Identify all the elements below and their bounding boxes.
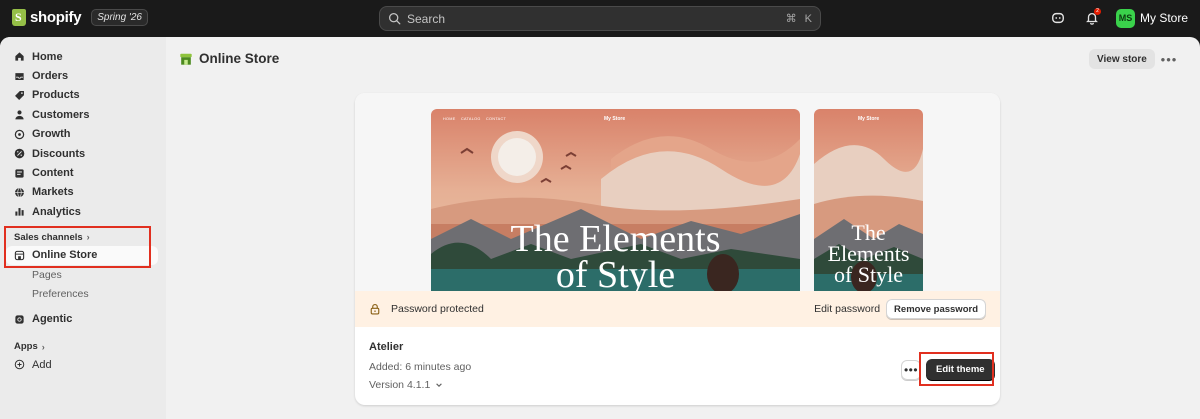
highlight-online-store bbox=[4, 226, 151, 268]
hero-line-2: of Style bbox=[555, 254, 676, 291]
app-frame: Home Orders Products Customers Growth Di… bbox=[0, 37, 1200, 419]
theme-name: Atelier bbox=[369, 341, 404, 353]
password-status: Password protected bbox=[391, 303, 484, 315]
search-input[interactable]: Search ⌘ K bbox=[379, 6, 821, 31]
avatar: MS bbox=[1115, 8, 1135, 28]
edition-badge: Spring '26 bbox=[91, 9, 148, 26]
bar-chart-icon bbox=[15, 208, 24, 216]
sidebar-item-label: Home bbox=[32, 50, 63, 63]
sidebar-item-label: Analytics bbox=[32, 205, 81, 218]
agentic-icon bbox=[15, 315, 24, 324]
main-content: Online Store View store ••• HOME CATALOG… bbox=[166, 37, 1200, 419]
notification-badge: 2 bbox=[1093, 8, 1101, 15]
inbox-icon bbox=[15, 72, 24, 80]
shopify-bag-icon bbox=[12, 9, 26, 26]
remove-password-button[interactable]: Remove password bbox=[886, 299, 986, 319]
chevron-down-icon bbox=[436, 383, 443, 387]
sidebar-item-discounts[interactable]: Discounts bbox=[0, 144, 166, 163]
current-theme-card: HOME CATALOG CONTACT My Store The Elemen… bbox=[355, 93, 1000, 405]
sidebar-item-label: Orders bbox=[32, 70, 69, 83]
sidebar-item-customers[interactable]: Customers bbox=[0, 105, 166, 124]
sidekick-icon bbox=[1052, 12, 1064, 24]
sidebar-item-label: Discounts bbox=[32, 147, 86, 160]
sidebar-item-label: Products bbox=[32, 89, 80, 102]
desktop-nav-links: HOME CATALOG CONTACT bbox=[443, 117, 507, 121]
sidebar-item-label: Content bbox=[32, 167, 74, 180]
sidebar-item-add-app[interactable]: Add bbox=[0, 355, 166, 374]
desktop-brand: My Store bbox=[604, 116, 626, 122]
sidebar-item-markets[interactable]: Markets bbox=[0, 183, 166, 202]
edit-password-link[interactable]: Edit password bbox=[814, 303, 880, 315]
shortcut-cmd: ⌘ bbox=[785, 13, 797, 25]
sidebar: Home Orders Products Customers Growth Di… bbox=[0, 37, 166, 419]
top-right-controls: 2 MS My Store bbox=[1048, 8, 1188, 28]
notifications-button[interactable]: 2 bbox=[1082, 8, 1102, 28]
tag-icon bbox=[15, 91, 24, 100]
sidebar-item-agentic[interactable]: Agentic bbox=[0, 310, 166, 329]
theme-version: Version 4.1.1 bbox=[369, 379, 431, 391]
sidebar-item-growth[interactable]: Growth bbox=[0, 125, 166, 144]
view-store-button[interactable]: View store bbox=[1089, 49, 1155, 69]
globe-icon bbox=[15, 187, 24, 198]
sidebar-item-orders[interactable]: Orders bbox=[0, 66, 166, 85]
desktop-preview: HOME CATALOG CONTACT My Store The Elemen… bbox=[431, 109, 800, 291]
sidebar-item-label: Growth bbox=[32, 128, 71, 141]
online-store-icon bbox=[180, 53, 192, 65]
search-placeholder: Search bbox=[407, 11, 446, 26]
theme-preview[interactable]: HOME CATALOG CONTACT My Store The Elemen… bbox=[355, 93, 1000, 291]
sidekick-button[interactable] bbox=[1048, 8, 1068, 28]
chevron-right-icon: › bbox=[41, 341, 45, 352]
discount-icon bbox=[14, 148, 25, 159]
home-icon bbox=[15, 52, 24, 61]
content-icon bbox=[15, 168, 24, 178]
mobile-brand: My Store bbox=[858, 116, 880, 122]
sidebar-item-label: Add bbox=[32, 358, 52, 371]
store-menu[interactable]: MS My Store bbox=[1115, 8, 1188, 28]
sidebar-item-products[interactable]: Products bbox=[0, 86, 166, 105]
apps-heading[interactable]: Apps › bbox=[0, 338, 166, 355]
mobile-hero-text: The Elements of Style bbox=[814, 222, 923, 287]
sidebar-item-label: Customers bbox=[32, 108, 90, 121]
person-icon bbox=[15, 110, 24, 120]
sidebar-item-label: Markets bbox=[32, 186, 74, 199]
plus-circle-icon bbox=[14, 360, 25, 370]
theme-more-button[interactable]: ••• bbox=[901, 360, 921, 380]
top-bar: shopify Spring '26 Search ⌘ K 2 MS My S bbox=[0, 0, 1200, 37]
desktop-hero-text: The Elements of Style bbox=[431, 218, 800, 291]
target-icon bbox=[14, 129, 25, 139]
sidebar-item-content[interactable]: Content bbox=[0, 163, 166, 182]
highlight-edit-theme bbox=[919, 352, 994, 386]
password-banner: Password protected Edit password Remove … bbox=[355, 291, 1000, 327]
lock-icon bbox=[370, 303, 380, 315]
sidebar-item-home[interactable]: Home bbox=[0, 47, 166, 66]
theme-added-time: Added: 6 minutes ago bbox=[369, 361, 472, 373]
shortcut-key: K bbox=[804, 12, 812, 25]
hero-line-1: The Elements bbox=[510, 218, 721, 260]
sidebar-item-label: Agentic bbox=[32, 313, 73, 326]
mobile-preview: My Store The Elements of Style bbox=[814, 109, 923, 291]
page-title-text: Online Store bbox=[199, 51, 280, 66]
page-title: Online Store bbox=[179, 51, 279, 66]
more-actions-button[interactable]: ••• bbox=[1159, 49, 1179, 69]
shopify-logo[interactable]: shopify Spring '26 bbox=[12, 9, 148, 26]
sidebar-subitem-preferences[interactable]: Preferences bbox=[0, 284, 166, 303]
mobile-hero-line-3: of Style bbox=[833, 261, 904, 287]
store-name: My Store bbox=[1139, 11, 1188, 25]
logo-text: shopify bbox=[30, 9, 82, 26]
apps-label: Apps bbox=[14, 341, 38, 353]
theme-version-selector[interactable]: Version 4.1.1 bbox=[369, 379, 443, 391]
search-icon bbox=[388, 12, 401, 25]
sidebar-item-analytics[interactable]: Analytics bbox=[0, 202, 166, 221]
